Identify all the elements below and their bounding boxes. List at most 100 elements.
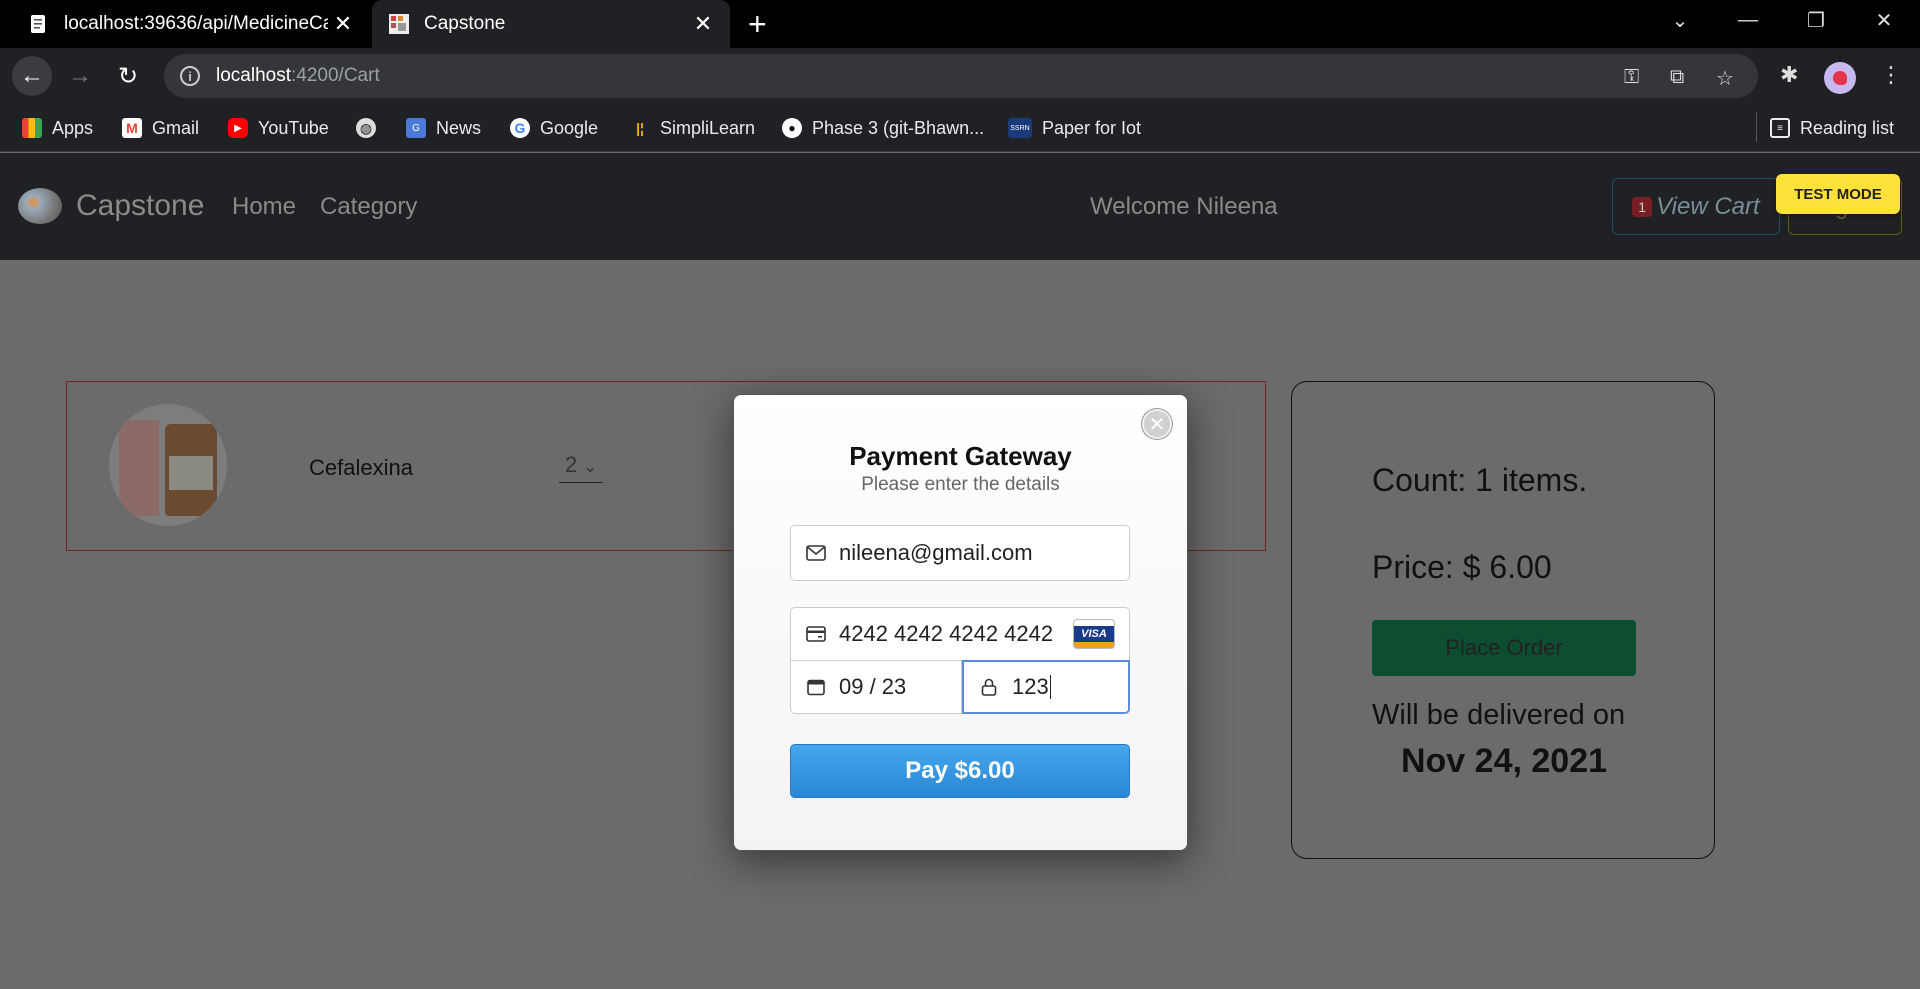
- bookmark-label: Apps: [52, 117, 94, 138]
- email-field[interactable]: nileena@gmail.com: [790, 525, 1130, 581]
- bookmark-youtube[interactable]: ▶ YouTube: [228, 104, 329, 152]
- email-value: nileena@gmail.com: [839, 540, 1033, 565]
- close-icon[interactable]: ✕: [1142, 409, 1172, 439]
- new-tab-button[interactable]: +: [748, 6, 767, 43]
- lock-icon: [976, 678, 1002, 696]
- quantity-value: 2: [565, 452, 578, 477]
- test-mode-badge: TEST MODE: [1776, 174, 1900, 214]
- bookmark-label: Paper for Iot: [1042, 117, 1142, 138]
- tab-search-icon[interactable]: ⌄: [1652, 0, 1708, 40]
- reading-list[interactable]: ≡ Reading list: [1770, 104, 1894, 152]
- app-navbar: Capstone Home Category Welcome Nileena 1…: [0, 153, 1920, 260]
- key-icon[interactable]: ⚿: [1624, 66, 1639, 89]
- total-price: Price: $ 6.00: [1372, 549, 1552, 585]
- bookmark-news[interactable]: G News: [406, 104, 481, 152]
- bookmark-label: News: [436, 117, 482, 138]
- envelope-icon: [803, 545, 829, 561]
- youtube-icon: ▶: [228, 118, 248, 138]
- info-icon[interactable]: i: [180, 66, 200, 86]
- forward-button[interactable]: →: [60, 56, 100, 96]
- bookmark-globe[interactable]: ◍: [356, 104, 386, 152]
- close-tab-icon[interactable]: ✕: [688, 11, 718, 37]
- star-icon[interactable]: ☆: [1716, 66, 1734, 91]
- bookmark-apps[interactable]: Apps: [22, 104, 93, 152]
- github-icon: ●: [782, 118, 802, 138]
- expiry-value: 09 / 23: [839, 674, 907, 699]
- place-order-button[interactable]: Place Order: [1372, 620, 1636, 676]
- delivery-text: Will be delivered on: [1372, 699, 1626, 731]
- calendar-icon: [803, 678, 829, 696]
- reading-list-label: Reading list: [1800, 117, 1895, 138]
- url-host: localhost: [216, 65, 291, 86]
- cvc-value: 123: [1012, 674, 1049, 699]
- bookmark-label: SimpliLearn: [660, 117, 756, 138]
- apps-grid-icon: [22, 118, 42, 138]
- tab-capstone[interactable]: Capstone ✕: [372, 0, 730, 48]
- view-cart-label: View Cart: [1656, 192, 1760, 220]
- modal-subtitle: Please enter the details: [861, 474, 1060, 495]
- visa-icon: VISA: [1073, 619, 1115, 649]
- text-cursor: [1049, 675, 1051, 699]
- bookmark-label: Phase 3 (git-Bhawn...: [812, 117, 985, 138]
- simplilearn-icon: |¦: [636, 120, 644, 136]
- back-button[interactable]: ←: [12, 56, 52, 96]
- cart-count-badge: 1: [1632, 196, 1653, 217]
- gmail-icon: M: [122, 118, 142, 138]
- bookmark-label: Google: [540, 117, 599, 138]
- close-tab-icon[interactable]: ✕: [328, 11, 358, 37]
- brand-name: Capstone: [76, 189, 205, 222]
- ssrn-icon: SSRN: [1008, 118, 1032, 138]
- welcome-text: Welcome Nileena: [1090, 193, 1278, 220]
- nav-home[interactable]: Home: [232, 193, 296, 221]
- menu-icon[interactable]: ⋮: [1880, 62, 1902, 88]
- bookmark-gmail[interactable]: M Gmail: [122, 104, 199, 152]
- view-cart-button[interactable]: 1 View Cart: [1612, 178, 1780, 235]
- chevron-down-icon: ⌄: [583, 459, 597, 476]
- product-name: Cefalexina: [309, 455, 413, 480]
- document-icon: [31, 15, 45, 33]
- tab-bar: localhost:39636/api/MedicineCat ✕ Capsto…: [0, 0, 1920, 48]
- extensions-icon[interactable]: ✱: [1780, 62, 1798, 88]
- reload-button[interactable]: ↻: [108, 56, 148, 96]
- bookmark-label: YouTube: [258, 117, 329, 138]
- reading-list-icon: ≡: [1770, 118, 1790, 138]
- expiry-field[interactable]: 09 / 23: [790, 660, 962, 714]
- payment-modal: ✕ Payment Gateway Please enter the detai…: [733, 394, 1188, 851]
- address-bar[interactable]: i localhost:4200/Cart ⚿ ⧉ ☆: [164, 54, 1758, 98]
- bookmark-label: Gmail: [152, 117, 200, 138]
- bookmark-google[interactable]: G Google: [510, 104, 598, 152]
- bookmark-github[interactable]: ● Phase 3 (git-Bhawn...: [782, 104, 984, 152]
- tab-title: Capstone: [424, 13, 506, 34]
- product-image: [109, 404, 227, 526]
- minimize-icon[interactable]: —: [1720, 0, 1776, 40]
- credit-card-icon: [803, 626, 829, 642]
- restore-icon[interactable]: ❐: [1788, 0, 1844, 40]
- order-summary: Count: 1 items. Price: $ 6.00 Place Orde…: [1291, 381, 1715, 859]
- browser-toolbar: ← → ↻ i localhost:4200/Cart ⚿ ⧉ ☆: [0, 48, 1920, 104]
- modal-title: Payment Gateway: [849, 441, 1072, 471]
- profile-avatar[interactable]: [1824, 62, 1856, 94]
- url-path: :4200/Cart: [291, 65, 380, 86]
- pay-button[interactable]: Pay $6.00: [790, 744, 1130, 798]
- cvc-field[interactable]: 123: [962, 660, 1130, 714]
- capstone-favicon-icon: [389, 14, 409, 34]
- quantity-select[interactable]: 2 ⌄: [559, 452, 603, 483]
- close-window-icon[interactable]: ✕: [1856, 0, 1912, 40]
- card-number-field[interactable]: 4242 4242 4242 4242 VISA: [790, 607, 1130, 661]
- item-count: Count: 1 items.: [1372, 462, 1588, 498]
- open-external-icon[interactable]: ⧉: [1670, 66, 1684, 89]
- bookmarks-bar: Apps M Gmail ▶ YouTube ◍ G News G Google…: [0, 104, 1920, 152]
- bookmark-simplilearn[interactable]: |¦ SimpliLearn: [630, 104, 755, 152]
- tab-api[interactable]: localhost:39636/api/MedicineCat ✕: [0, 0, 370, 48]
- brand[interactable]: Capstone: [18, 188, 204, 224]
- brand-logo: [18, 188, 62, 224]
- google-icon: G: [510, 118, 530, 138]
- globe-icon: ◍: [356, 118, 376, 138]
- bookmark-separator: [1756, 112, 1757, 142]
- nav-category[interactable]: Category: [320, 193, 417, 221]
- news-icon: G: [406, 118, 426, 138]
- delivery-date: Nov 24, 2021: [1400, 742, 1608, 780]
- tab-title: localhost:39636/api/MedicineCat: [64, 13, 328, 34]
- card-number-value: 4242 4242 4242 4242: [839, 621, 1054, 646]
- bookmark-paper[interactable]: SSRN Paper for Iot: [1008, 104, 1141, 152]
